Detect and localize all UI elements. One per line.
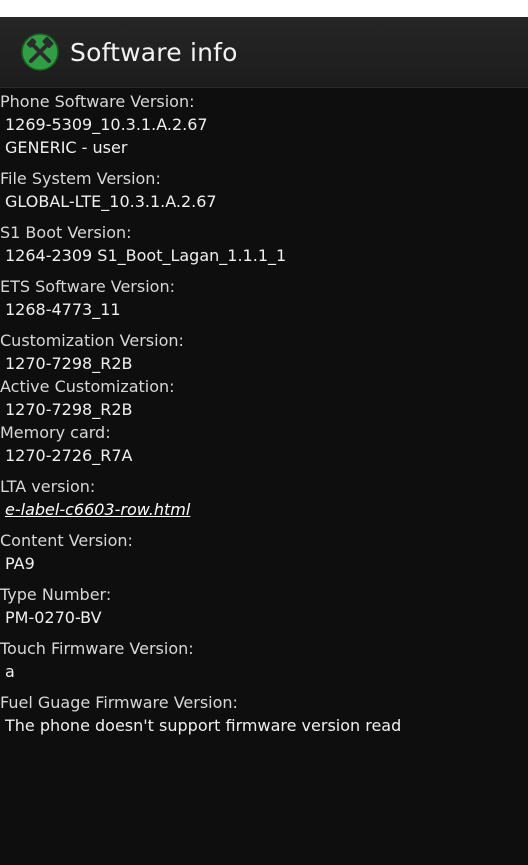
info-label: Type Number: [0,585,112,604]
info-value: PM-0270-BV [5,608,102,627]
info-item-lta-version: LTA version: e-label-c6603-row.html [0,475,528,521]
info-value: GENERIC - user [5,138,128,157]
info-label: File System Version: [0,169,161,188]
info-item-s1-boot: S1 Boot Version: 1264-2309 S1_Boot_Lagan… [0,221,528,267]
action-bar: Software info [0,17,528,88]
info-value: 1270-7298_R2B [5,354,133,373]
software-info-content[interactable]: Phone Software Version: 1269-5309_10.3.1… [0,88,528,865]
info-value: 1269-5309_10.3.1.A.2.67 [5,115,208,134]
info-value: a [5,662,15,681]
info-label: LTA version: [0,477,96,496]
info-value: The phone doesn't support firmware versi… [5,716,402,735]
lta-version-link[interactable]: e-label-c6603-row.html [0,498,528,521]
info-item-customization: Customization Version: 1270-7298_R2B [0,329,528,375]
info-item-active-customization: Active Customization: 1270-7298_R2B [0,375,528,421]
status-bar [0,0,528,17]
info-item-file-system: File System Version: GLOBAL-LTE_10.3.1.A… [0,167,528,213]
info-item-memory-card: Memory card: 1270-2726_R7A [0,421,528,467]
info-value: PA9 [5,554,35,573]
info-item-phone-software: Phone Software Version: 1269-5309_10.3.1… [0,90,528,159]
info-label: Touch Firmware Version: [0,639,194,658]
info-label: Customization Version: [0,331,184,350]
info-label: ETS Software Version: [0,277,175,296]
info-label: Active Customization: [0,377,175,396]
info-item-type-number: Type Number: PM-0270-BV [0,583,528,629]
info-label: Memory card: [0,423,111,442]
info-label: Fuel Guage Firmware Version: [0,693,238,712]
info-value: 1268-4773_11 [5,300,121,319]
page-title: Software info [70,37,238,67]
info-item-fuel-gauge-firmware: Fuel Guage Firmware Version: The phone d… [0,691,528,737]
info-label: Content Version: [0,531,133,550]
info-label: Phone Software Version: [0,92,195,111]
info-item-content-version: Content Version: PA9 [0,529,528,575]
info-value: 1264-2309 S1_Boot_Lagan_1.1.1_1 [5,246,287,265]
tools-icon [21,33,59,71]
info-value: 1270-7298_R2B [5,400,133,419]
info-label: S1 Boot Version: [0,223,132,242]
info-item-ets-software: ETS Software Version: 1268-4773_11 [0,275,528,321]
info-item-touch-firmware: Touch Firmware Version: a [0,637,528,683]
info-value: 1270-2726_R7A [5,446,133,465]
info-value: GLOBAL-LTE_10.3.1.A.2.67 [5,192,217,211]
